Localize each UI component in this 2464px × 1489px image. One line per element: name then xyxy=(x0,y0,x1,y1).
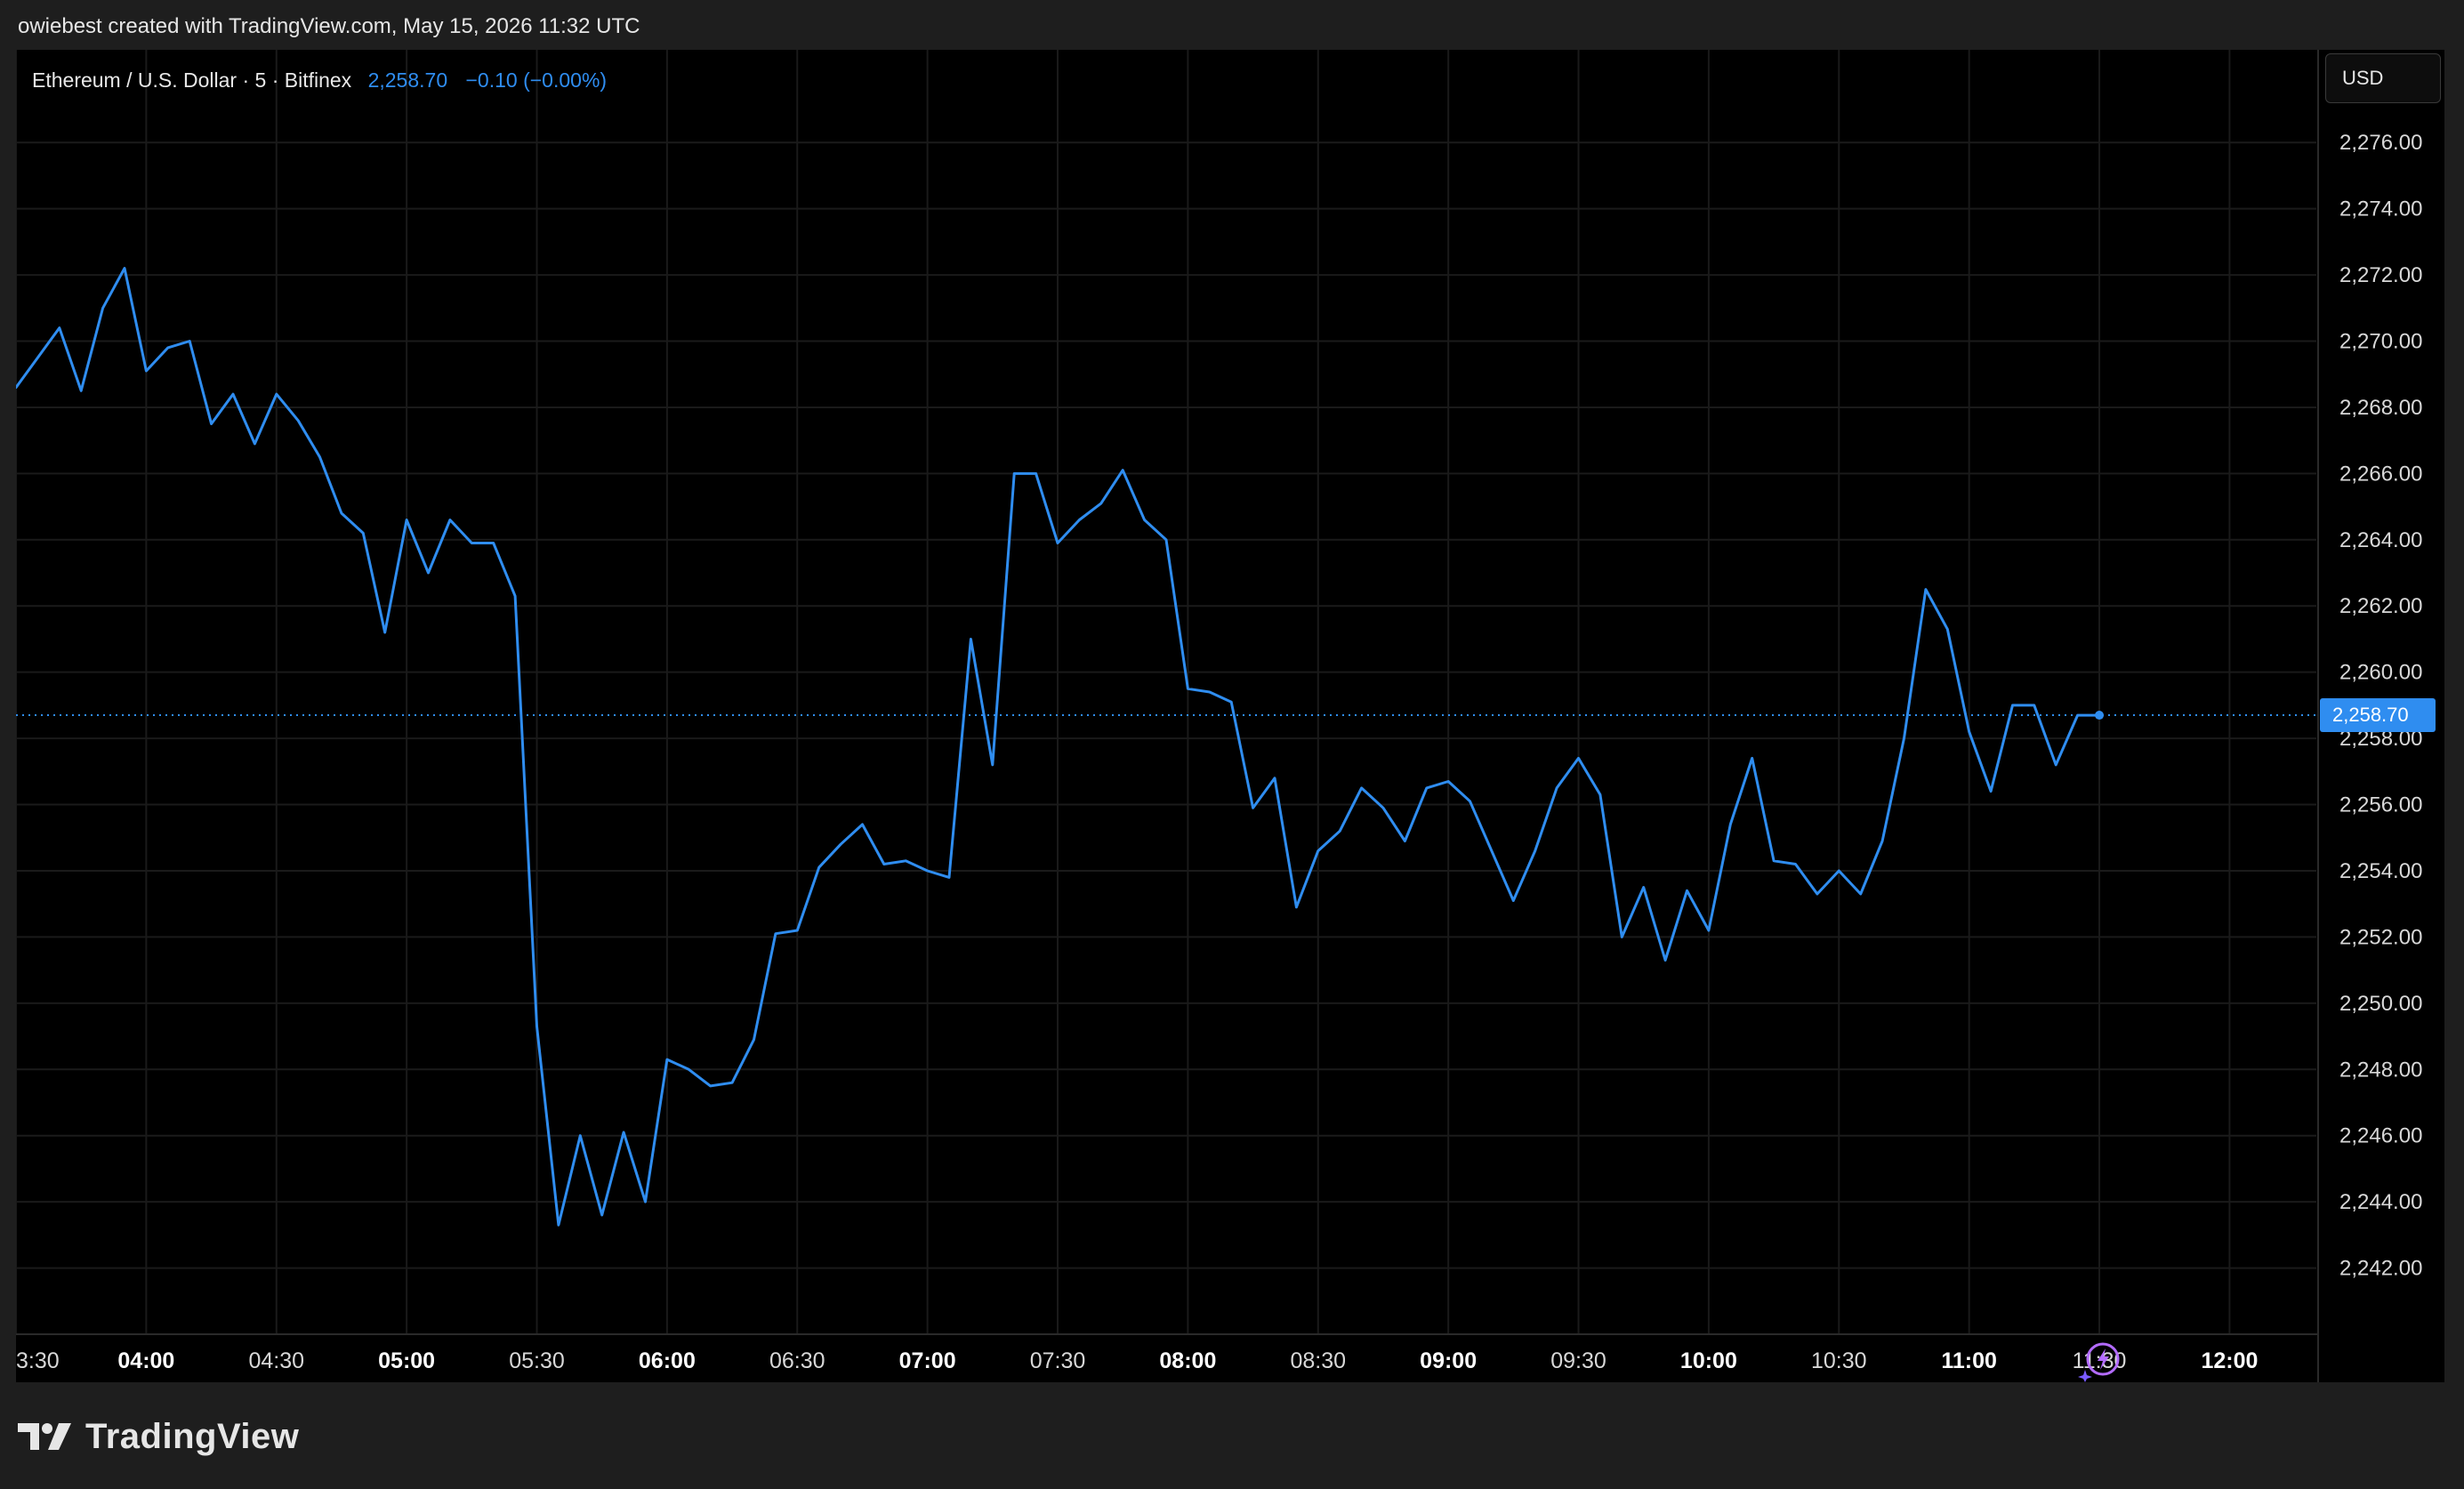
price-tick-label: 2,254.00 xyxy=(2339,859,2422,883)
time-tick-label: 11:00 xyxy=(1941,1348,1997,1373)
tradingview-wordmark: TradingView xyxy=(85,1416,300,1456)
price-tick-label: 2,246.00 xyxy=(2339,1124,2422,1148)
time-tick-label: 09:30 xyxy=(1550,1348,1606,1373)
time-tick-label: 08:00 xyxy=(1159,1348,1216,1373)
attribution-bar: owiebest created with TradingView.com, M… xyxy=(0,0,2464,50)
symbol-legend[interactable]: Ethereum / U.S. Dollar · 5 · Bitfinex 2,… xyxy=(32,62,607,98)
price-tick-label: 2,244.00 xyxy=(2339,1190,2422,1214)
footer-brand: TradingView xyxy=(18,1414,299,1459)
price-tick-label: 2,252.00 xyxy=(2339,925,2422,949)
price-tick-label: 2,260.00 xyxy=(2339,661,2422,685)
time-tick-label: 04:00 xyxy=(117,1348,174,1373)
time-tick-label: 05:30 xyxy=(509,1348,565,1373)
time-tick-label: 04:30 xyxy=(248,1348,304,1373)
price-tick-label: 2,270.00 xyxy=(2339,330,2422,354)
time-tick-label: 3:30 xyxy=(16,1348,60,1373)
time-tick-label: 07:00 xyxy=(899,1348,956,1373)
last-price-tag: 2,258.70 xyxy=(2320,698,2436,733)
legend-change: −0.10 (−0.00%) xyxy=(465,68,608,92)
time-tick-label: 06:30 xyxy=(769,1348,825,1373)
price-tick-label: 2,276.00 xyxy=(2339,131,2422,155)
price-tick-label: 2,250.00 xyxy=(2339,992,2422,1016)
horizontal-gridlines xyxy=(16,141,2316,1269)
price-tick-label: 2,274.00 xyxy=(2339,197,2422,221)
attribution-text: owiebest created with TradingView.com, M… xyxy=(18,14,640,38)
lightning-bolt-icon[interactable] xyxy=(2078,1340,2121,1382)
price-tick-label: 2,248.00 xyxy=(2339,1058,2422,1082)
time-tick-label: 07:30 xyxy=(1030,1348,1086,1373)
currency-button[interactable]: USD xyxy=(2325,53,2441,103)
price-tick-label: 2,268.00 xyxy=(2339,396,2422,420)
legend-last-price: 2,258.70 xyxy=(367,68,448,92)
time-tick-label: 06:00 xyxy=(639,1348,696,1373)
time-tick-label: 05:00 xyxy=(378,1348,435,1373)
time-tick-label: 12:00 xyxy=(2201,1348,2258,1373)
tradingview-logo-icon xyxy=(18,1423,71,1450)
price-tick-label: 2,242.00 xyxy=(2339,1257,2422,1281)
time-tick-label: 10:00 xyxy=(1680,1348,1737,1373)
price-tick-label: 2,256.00 xyxy=(2339,793,2422,817)
time-tick-label: 10:30 xyxy=(1811,1348,1867,1373)
price-tick-label: 2,262.00 xyxy=(2339,594,2422,618)
last-price-point xyxy=(2095,711,2105,720)
time-axis-labels: 3:30 04:00 04:30 05:00 05:30 06:00 06:30 07:00 0… xyxy=(16,1348,2258,1373)
price-chart[interactable]: 2,242.00 2,244.00 2,246.00 2,248.00 2,250.00… xyxy=(16,50,2444,1382)
time-tick-label: 09:00 xyxy=(1420,1348,1477,1373)
symbol-title: Ethereum / U.S. Dollar · 5 · Bitfinex xyxy=(32,68,352,92)
chart-panel[interactable]: 2,242.00 2,244.00 2,246.00 2,248.00 2,250.00… xyxy=(16,50,2444,1382)
price-tick-label: 2,266.00 xyxy=(2339,462,2422,486)
time-tick-label: 08:30 xyxy=(1290,1348,1346,1373)
vertical-gridlines xyxy=(16,50,2231,1334)
price-tick-label: 2,264.00 xyxy=(2339,528,2422,552)
price-tick-label: 2,272.00 xyxy=(2339,263,2422,287)
